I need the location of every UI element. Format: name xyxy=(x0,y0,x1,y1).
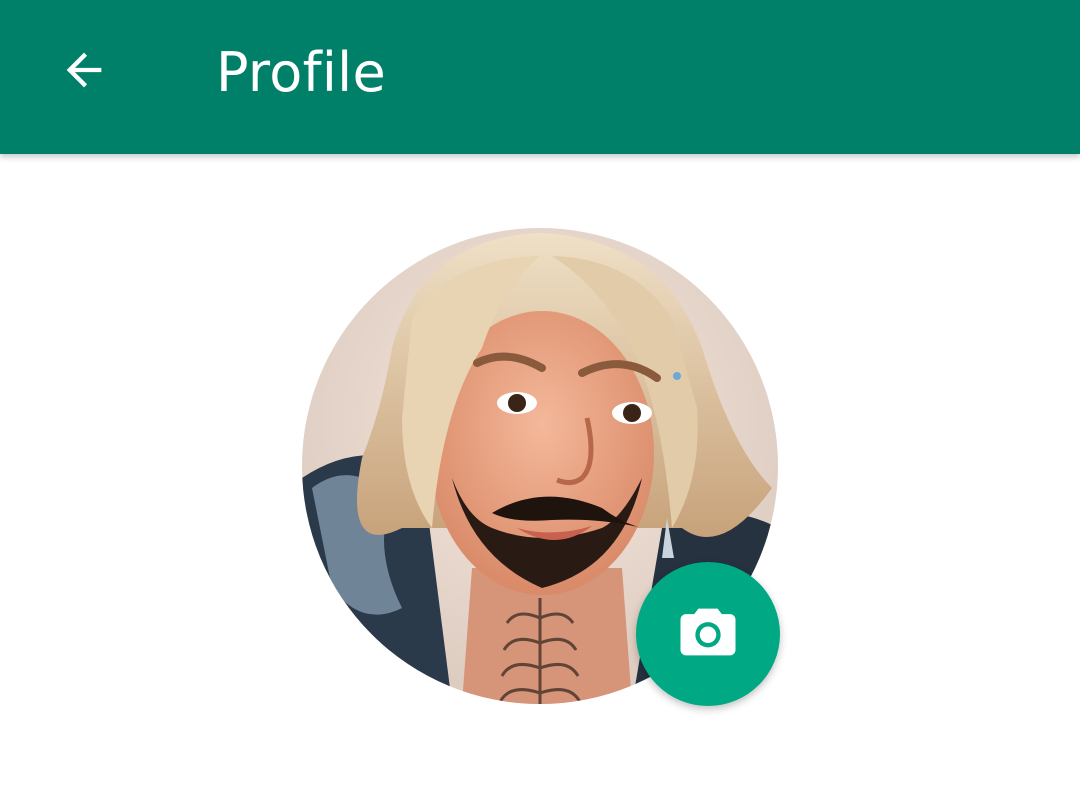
page-title: Profile xyxy=(216,41,387,104)
app-bar: Profile xyxy=(0,0,1080,154)
profile-content xyxy=(0,154,1080,808)
change-photo-button[interactable] xyxy=(636,562,780,706)
arrow-left-icon xyxy=(58,44,110,101)
camera-icon xyxy=(675,604,741,665)
back-button[interactable] xyxy=(44,32,124,112)
